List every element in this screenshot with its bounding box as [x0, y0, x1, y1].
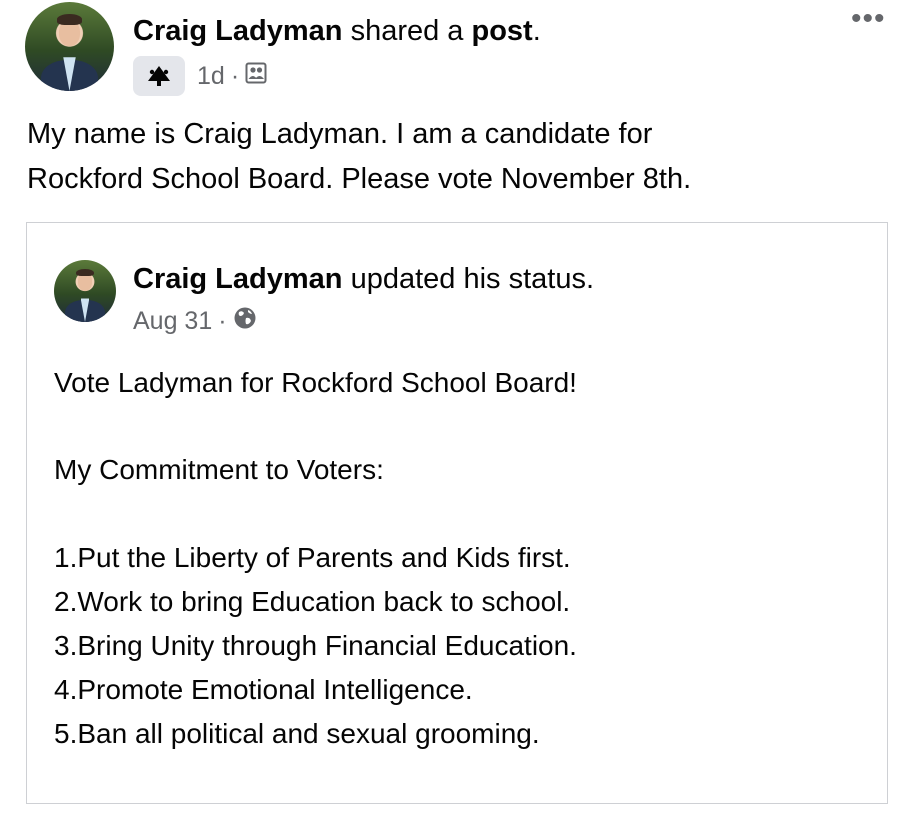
author-name-link[interactable]: Craig Ladyman — [133, 15, 343, 47]
post-text-line: My name is Craig Ladyman. I am a candida… — [27, 118, 653, 150]
post-timestamp[interactable]: 1d — [197, 62, 225, 91]
commitment-item: 2.Work to bring Education back to school… — [54, 586, 571, 617]
header-period: . — [532, 15, 541, 47]
shared-post-card[interactable]: Craig Ladyman updated his status. Aug 31… — [26, 222, 888, 804]
group-icon — [245, 62, 267, 91]
commitment-item: 4.Promote Emotional Intelligence. — [54, 674, 473, 705]
shared-post-date[interactable]: Aug 31 — [133, 307, 212, 336]
commitment-item: 3.Bring Unity through Financial Educatio… — [54, 630, 577, 661]
commitment-item: 5.Ban all political and sexual grooming. — [54, 718, 540, 749]
post-link[interactable]: post — [471, 15, 532, 47]
post-text-line: Rockford School Board. Please vote Novem… — [27, 163, 692, 195]
globe-icon — [233, 306, 257, 337]
meta-separator: · — [230, 61, 240, 90]
post-meta: 1d · — [133, 56, 267, 96]
shared-post-header: Craig Ladyman updated his status. — [133, 262, 594, 296]
status-line: My Commitment to Voters: — [54, 454, 384, 485]
commitment-item: 1.Put the Liberty of Parents and Kids fi… — [54, 542, 571, 573]
meta-separator: · — [218, 306, 227, 335]
shared-action-text: updated his status. — [350, 263, 595, 295]
author-avatar[interactable] — [25, 2, 114, 91]
action-text: shared a — [350, 15, 464, 47]
more-options-button[interactable]: ••• — [851, 2, 886, 36]
shared-author-avatar[interactable] — [54, 260, 116, 322]
post-text: My name is Craig Ladyman. I am a candida… — [27, 112, 867, 202]
status-line: Vote Ladyman for Rockford School Board! — [54, 367, 577, 398]
megaphone-icon[interactable] — [133, 56, 185, 96]
shared-author-name-link[interactable]: Craig Ladyman — [133, 263, 343, 295]
shared-post-meta: Aug 31 · — [133, 303, 257, 339]
post-header: Craig Ladyman shared a post. — [133, 14, 541, 48]
